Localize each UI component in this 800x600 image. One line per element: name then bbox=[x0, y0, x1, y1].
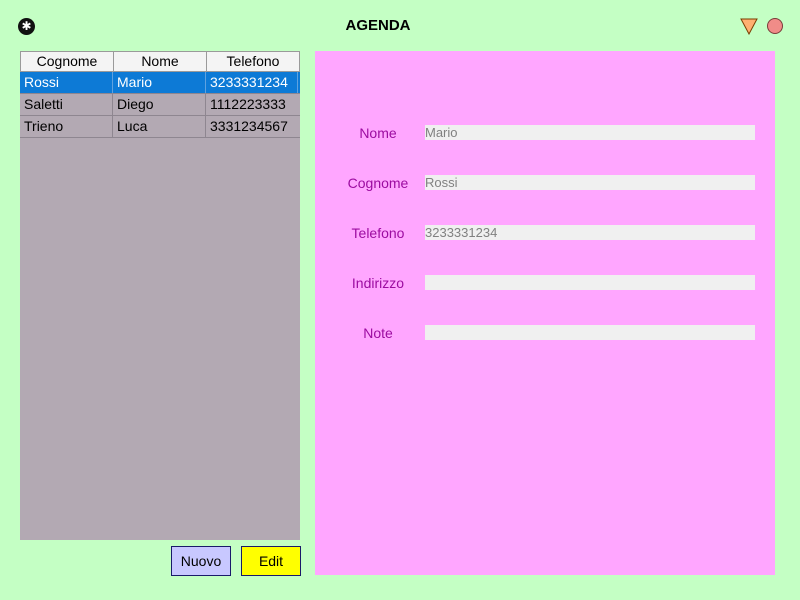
table-header: Cognome Nome Telefono bbox=[20, 51, 300, 72]
window-title: AGENDA bbox=[345, 17, 411, 34]
column-header-nome[interactable]: Nome bbox=[114, 52, 207, 71]
telefono-label: Telefono bbox=[351, 225, 405, 241]
cell-nome: Mario bbox=[113, 72, 206, 93]
cell-telefono: 3233331234 bbox=[206, 72, 298, 93]
note-label: Note bbox=[363, 325, 393, 341]
triangle-down-icon[interactable] bbox=[740, 18, 758, 35]
column-header-cognome[interactable]: Cognome bbox=[21, 52, 114, 71]
column-header-telefono[interactable]: Telefono bbox=[207, 52, 299, 71]
cognome-field[interactable]: Rossi bbox=[425, 175, 755, 190]
note-field[interactable] bbox=[425, 325, 755, 340]
circle-close-icon[interactable] bbox=[767, 18, 783, 34]
cell-telefono: 1112223333 bbox=[210, 96, 286, 112]
cell-cognome: Trieno bbox=[20, 116, 113, 137]
nuovo-button[interactable]: Nuovo bbox=[171, 546, 231, 576]
nome-field[interactable]: Mario bbox=[425, 125, 755, 140]
cognome-label: Cognome bbox=[347, 175, 409, 191]
telefono-field[interactable]: 3233331234 bbox=[425, 225, 755, 240]
cell-cognome: Rossi bbox=[20, 72, 113, 93]
table-row[interactable]: Trieno Luca 3331234567 bbox=[20, 116, 300, 138]
contacts-table: Cognome Nome Telefono Rossi Mario 323333… bbox=[20, 51, 300, 540]
indirizzo-label: Indirizzo bbox=[351, 275, 405, 291]
cell-nome: Luca bbox=[113, 116, 206, 137]
table-row[interactable]: Saletti Diego 1112223333 bbox=[20, 94, 300, 116]
contact-form: Nome Mario Cognome Rossi Telefono 323333… bbox=[315, 51, 775, 575]
indirizzo-field[interactable] bbox=[425, 275, 755, 290]
table-body: Rossi Mario 3233331234 Saletti Diego 111… bbox=[20, 72, 300, 138]
table-row[interactable]: Rossi Mario 3233331234 bbox=[20, 72, 300, 94]
edit-button[interactable]: Edit bbox=[241, 546, 301, 576]
cell-telefono: 3331234567 bbox=[210, 118, 288, 134]
cell-nome: Diego bbox=[113, 94, 206, 115]
nome-label: Nome bbox=[359, 125, 397, 141]
cell-cognome: Saletti bbox=[20, 94, 113, 115]
